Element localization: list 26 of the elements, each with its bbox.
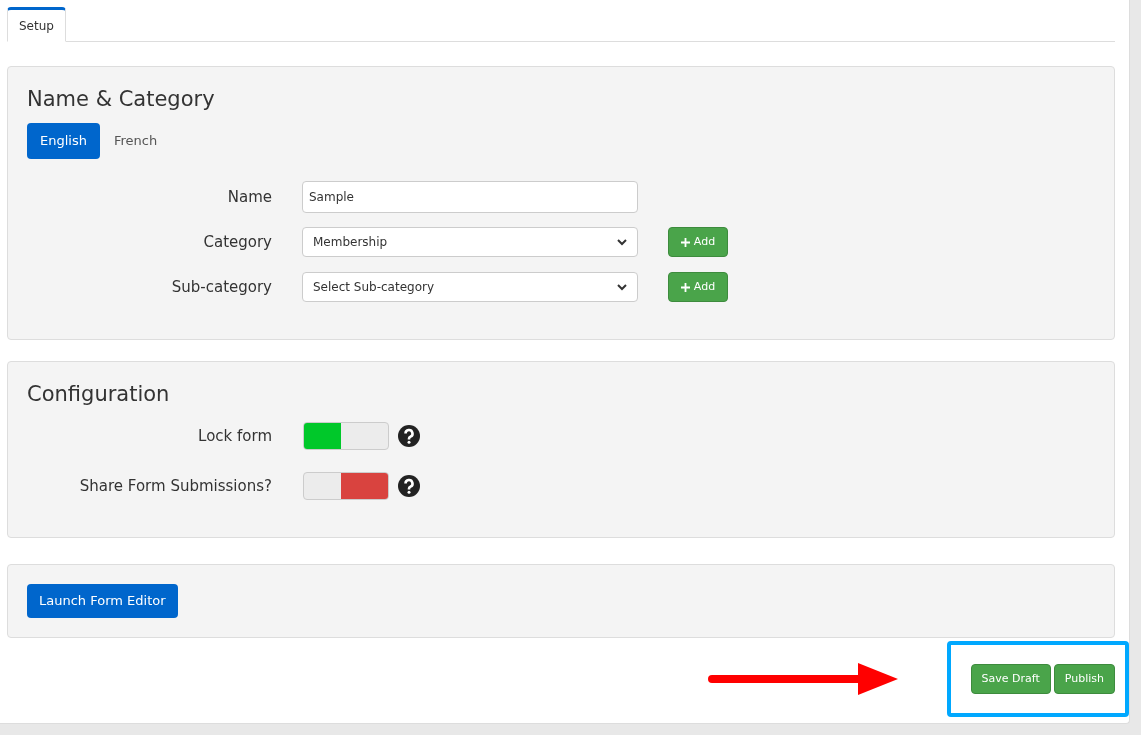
- field-label: Sub-category: [170, 276, 272, 298]
- toggle-switch[interactable]: [303, 422, 389, 450]
- field-label: Name: [226, 186, 272, 208]
- footer-button[interactable]: Publish: [1053, 664, 1115, 694]
- toggle-label: Lock form: [197, 425, 272, 447]
- plus-icon: [680, 282, 690, 292]
- chevron-icon: [617, 283, 627, 291]
- chevron-icon: [617, 238, 627, 246]
- launch-form-editor-button[interactable]: Launch Form Editor: [27, 584, 178, 618]
- select-field[interactable]: Select Sub-category: [302, 272, 638, 302]
- add-button[interactable]: Add: [668, 227, 728, 257]
- add-button[interactable]: Add: [668, 272, 728, 302]
- name-input[interactable]: Sample: [302, 181, 638, 213]
- help-icon[interactable]: [398, 425, 420, 447]
- language-tab[interactable]: French: [100, 123, 171, 159]
- field-label: Category: [202, 231, 272, 253]
- setup-tab[interactable]: Setup: [7, 7, 66, 42]
- plus-icon: [680, 237, 690, 247]
- select-field[interactable]: Membership: [302, 227, 638, 257]
- toggle-switch[interactable]: [303, 472, 389, 500]
- footer-button[interactable]: Save Draft: [970, 664, 1051, 694]
- section-title: Configuration: [27, 381, 171, 408]
- section-title: Name & Category: [27, 86, 216, 113]
- help-icon[interactable]: [398, 475, 420, 497]
- toggle-label: Share Form Submissions?: [78, 475, 272, 497]
- language-tab[interactable]: English: [27, 123, 100, 159]
